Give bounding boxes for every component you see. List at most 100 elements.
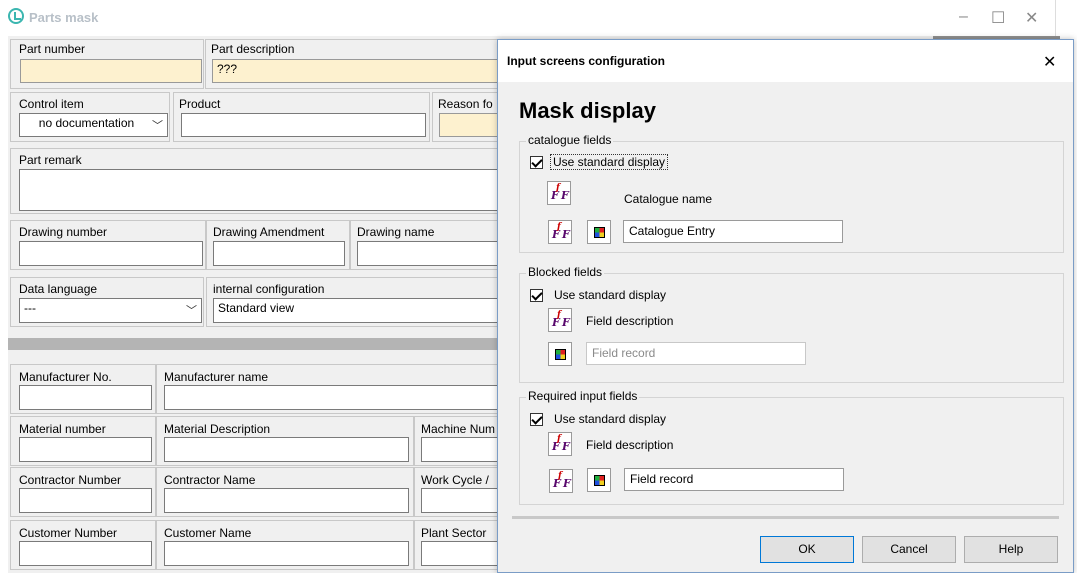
drawing-name-label: Drawing name: [357, 225, 435, 239]
plant-sector-label: Plant Sector: [421, 526, 487, 540]
contractor-number-group: Contractor Number: [10, 467, 156, 517]
control-item-group: Control item no documentation ﹀: [10, 92, 170, 142]
control-item-select[interactable]: no documentation ﹀: [19, 113, 168, 137]
machine-num-group: Machine Num: [414, 416, 506, 466]
dialog-titlebar: Input screens configuration ✕: [498, 40, 1073, 82]
required-fields-title: Required input fields: [526, 389, 640, 403]
blocked-standard-label[interactable]: Use standard display: [554, 288, 666, 302]
catalogue-name-label: Catalogue name: [624, 192, 713, 206]
contractor-name-group: Contractor Name: [156, 467, 414, 517]
window-edge: [1055, 0, 1077, 36]
ok-button[interactable]: OK: [760, 536, 854, 563]
internal-configuration-group: internal configuration Standard view: [206, 277, 506, 327]
control-item-value: no documentation: [38, 116, 135, 130]
part-remark-label: Part remark: [19, 153, 82, 167]
material-description-input[interactable]: [164, 437, 409, 462]
product-label: Product: [179, 97, 221, 111]
customer-number-input[interactable]: [19, 541, 152, 566]
manufacturer-name-label: Manufacturer name: [164, 370, 269, 384]
product-group: Product: [173, 92, 430, 142]
contractor-name-label: Contractor Name: [164, 473, 256, 487]
color-palette-icon[interactable]: [587, 468, 611, 492]
manufacturer-no-group: Manufacturer No.: [10, 364, 156, 414]
data-language-group: Data language --- ﹀: [10, 277, 204, 327]
dialog-separator: [512, 516, 1059, 519]
work-cycle-group: Work Cycle /: [414, 467, 506, 517]
part-remark-input[interactable]: [19, 169, 506, 211]
part-description-label: Part description: [211, 42, 295, 56]
data-language-label: Data language: [19, 282, 98, 296]
reason-input[interactable]: [439, 113, 506, 137]
drawing-amendment-label: Drawing Amendment: [213, 225, 325, 239]
blocked-field-record: Field record: [586, 342, 806, 365]
blocked-fields-group: Blocked fields Use standard display FfF …: [519, 265, 1064, 383]
drawing-amendment-input[interactable]: [213, 241, 345, 266]
part-number-group: Part number: [10, 39, 204, 89]
required-field-description-label: Field description: [586, 438, 674, 452]
drawing-number-input[interactable]: [19, 241, 203, 266]
customer-name-input[interactable]: [164, 541, 409, 566]
mask-display-heading: Mask display: [519, 98, 656, 123]
catalogue-standard-checkbox[interactable]: [530, 156, 543, 169]
font-format-icon[interactable]: FfF: [548, 432, 572, 456]
manufacturer-no-label: Manufacturer No.: [19, 370, 112, 384]
contractor-name-input[interactable]: [164, 488, 409, 513]
work-cycle-input[interactable]: [421, 488, 506, 513]
section-separator: [8, 338, 505, 350]
maximize-icon[interactable]: ☐: [991, 8, 1005, 28]
font-format-icon[interactable]: FfF: [547, 181, 571, 205]
dialog-close-icon[interactable]: ✕: [1043, 52, 1056, 72]
font-format-icon[interactable]: FfF: [548, 220, 572, 244]
part-number-label: Part number: [19, 42, 86, 56]
product-input[interactable]: [181, 113, 426, 137]
drawing-number-group: Drawing number: [10, 220, 206, 270]
plant-sector-input[interactable]: [421, 541, 506, 566]
help-button[interactable]: Help: [964, 536, 1058, 563]
drawing-name-group: Drawing name: [350, 220, 506, 270]
machine-num-input[interactable]: [421, 437, 506, 462]
app-logo-icon: [8, 8, 24, 24]
color-palette-icon[interactable]: [548, 342, 572, 366]
manufacturer-name-input[interactable]: [164, 385, 506, 410]
chevron-down-icon: ﹀: [152, 120, 163, 132]
drawing-amendment-group: Drawing Amendment: [206, 220, 350, 270]
manufacturer-no-input[interactable]: [19, 385, 152, 410]
data-language-value: ---: [24, 301, 36, 315]
font-format-icon[interactable]: FfF: [548, 308, 572, 332]
manufacturer-name-group: Manufacturer name: [156, 364, 506, 414]
internal-configuration-label: internal configuration: [213, 282, 325, 296]
material-description-label: Material Description: [164, 422, 271, 436]
customer-name-group: Customer Name: [156, 520, 414, 570]
drawing-name-input[interactable]: [357, 241, 506, 266]
color-palette-icon[interactable]: [587, 220, 611, 244]
reason-label: Reason fo: [438, 97, 493, 111]
required-standard-label[interactable]: Use standard display: [554, 412, 666, 426]
catalogue-entry-field[interactable]: Catalogue Entry: [623, 220, 843, 243]
data-language-select[interactable]: --- ﹀: [19, 298, 202, 323]
part-remark-group: Part remark: [10, 148, 506, 214]
blocked-field-description-label: Field description: [586, 314, 674, 328]
required-standard-checkbox[interactable]: [530, 413, 543, 426]
material-description-group: Material Description: [156, 416, 414, 466]
part-description-input[interactable]: ???: [212, 59, 506, 83]
contractor-number-input[interactable]: [19, 488, 152, 513]
material-number-input[interactable]: [19, 437, 152, 462]
font-format-icon[interactable]: FfF: [549, 469, 573, 493]
customer-number-label: Customer Number: [19, 526, 118, 540]
catalogue-standard-label[interactable]: Use standard display: [550, 154, 669, 170]
input-screens-dialog: Input screens configuration ✕ Mask displ…: [497, 39, 1074, 573]
material-number-group: Material number: [10, 416, 156, 466]
customer-name-label: Customer Name: [164, 526, 252, 540]
part-number-input[interactable]: [20, 59, 202, 83]
catalogue-fields-group: catalogue fields Use standard display Ff…: [519, 133, 1064, 253]
required-field-record[interactable]: Field record: [624, 468, 844, 491]
minimize-icon[interactable]: –: [959, 8, 968, 26]
work-cycle-label: Work Cycle /: [421, 473, 489, 487]
part-description-group: Part description ???: [205, 39, 506, 89]
cancel-button[interactable]: Cancel: [862, 536, 956, 563]
blocked-standard-checkbox[interactable]: [530, 289, 543, 302]
close-icon[interactable]: ✕: [1025, 8, 1038, 28]
machine-num-label: Machine Num: [421, 422, 496, 436]
internal-configuration-select[interactable]: Standard view: [213, 298, 506, 323]
dialog-title: Input screens configuration: [507, 54, 666, 68]
